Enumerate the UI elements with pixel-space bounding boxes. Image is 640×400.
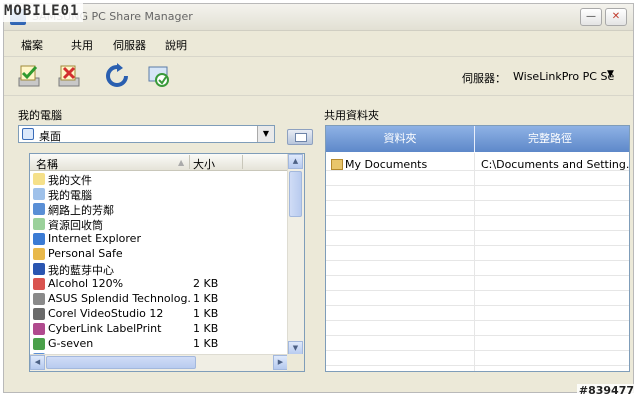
file-list: 名稱 ▲ 大小 我的文件我的電腦網路上的芳鄰 資源回收筒 Internet Expl… [29,153,305,372]
close-button[interactable]: ✕ [605,8,627,26]
file-list-item[interactable]: G-seven 1 KB [30,337,288,352]
file-name: 資源回收筒 [48,219,103,232]
file-name: 我的文件 [48,174,92,187]
path-value: 桌面 [39,130,61,143]
file-name: Corel VideoStudio 12 [48,307,164,320]
path-select[interactable]: 桌面 ▼ [18,125,275,143]
file-icon [33,233,45,245]
toolbar: 伺服器： WiseLinkPro PC Se ▼ [4,56,633,96]
add-share-button[interactable] [16,63,42,89]
file-name: 我的電腦 [48,189,92,202]
sort-up-icon: ▲ [178,158,185,167]
shared-row-path[interactable]: C:\Documents and Setting... [481,158,629,171]
shared-row-folder[interactable]: My Documents [345,158,471,171]
file-list-item[interactable]: Corel VideoStudio 12 1 KB [30,307,288,322]
file-icon [33,203,45,215]
scroll-up-button[interactable]: ▲ [288,154,303,169]
sync-icon [148,66,169,87]
column-header-folder[interactable]: 資料夾 [326,126,474,152]
file-list-item[interactable]: 我的藍芽中心 [30,262,288,277]
file-list-item[interactable]: CyberLink LabelPrint 1 KB [30,322,288,337]
sync-button[interactable] [146,63,172,89]
refresh-icon [106,63,128,87]
menu-bar: 檔案 共用 伺服器 說明 [4,32,633,54]
desktop-icon [22,128,34,140]
file-icon [33,308,45,320]
file-list-item[interactable]: Personal Safe [30,247,288,262]
file-icon [33,323,45,335]
folder-icon [331,159,343,170]
chevron-down-icon[interactable]: ▼ [257,126,274,142]
menu-help[interactable]: 說明 [165,37,187,53]
scroll-right-button[interactable]: ▶ [273,355,288,370]
file-size: 1 KB [193,322,219,335]
app-window: SAMSUNG PC Share Manager — ✕ 檔案 共用 伺服器 說… [3,3,634,393]
file-icon [33,278,45,290]
minimize-button[interactable]: — [580,8,602,26]
my-computer-label: 我的電腦 [18,109,62,122]
file-name: Personal Safe [48,247,123,260]
menu-share[interactable]: 共用 [71,37,93,53]
file-list-item[interactable]: 資源回收筒 [30,217,288,232]
menu-server[interactable]: 伺服器 [113,37,146,53]
file-icon [33,338,45,350]
file-size: 1 KB [193,337,219,350]
title-bar: SAMSUNG PC Share Manager — ✕ [4,4,633,31]
file-name: Alcohol 120% [48,277,124,290]
file-list-item[interactable]: 我的文件 [30,172,288,187]
file-list-item[interactable]: 我的電腦 [30,187,288,202]
remove-share-button[interactable] [56,63,82,89]
file-icon [33,173,45,185]
menu-file[interactable]: 檔案 [21,37,43,53]
file-name: Internet Explorer [48,232,141,245]
file-icon [33,218,45,230]
column-header-size[interactable]: 大小 [193,156,215,172]
column-header-full-path[interactable]: 完整路徑 [475,126,625,152]
remove-share-icon [58,65,80,87]
file-size: 1 KB [193,307,219,320]
hscroll-thumb[interactable] [46,356,196,369]
watermark: #839477 [576,384,636,397]
file-icon [33,248,45,260]
horizontal-scrollbar[interactable]: ◀ ▶ [30,354,288,371]
server-label: 伺服器： [462,72,506,85]
add-share-icon [18,65,40,87]
file-list-item[interactable]: 網路上的芳鄰 [30,202,288,217]
file-name: 網路上的芳鄰 [48,204,114,217]
scroll-left-button[interactable]: ◀ [30,355,45,370]
file-icon [33,263,45,275]
shared-folder-list: 資料夾 完整路徑 My Documents C:\Documents and S… [325,125,630,372]
shared-list-header: 資料夾 完整路徑 [326,126,629,152]
file-name: 我的藍芽中心 [48,264,114,277]
vertical-scrollbar[interactable]: ▲ ▼ [287,154,304,356]
file-name: CyberLink LabelPrint [48,322,162,335]
logo: MOBILE01 [0,0,84,22]
file-name: ASUS Splendid Technolog... [48,292,191,305]
chevron-down-icon[interactable]: ▼ [607,69,614,79]
scroll-thumb[interactable] [289,171,302,217]
file-icon [33,293,45,305]
shared-folders-label: 共用資料夾 [324,109,379,122]
file-list-item[interactable]: Internet Explorer [30,232,288,247]
file-name: G-seven [48,337,94,350]
column-header-name[interactable]: 名稱 [36,156,58,172]
file-list-header: 名稱 ▲ 大小 [30,154,288,171]
file-list-item[interactable]: Alcohol 120% 2 KB [30,277,288,292]
file-size: 2 KB [193,277,219,290]
file-list-item[interactable]: ASUS Splendid Technolog... 1 KB [30,292,288,307]
file-icon [33,188,45,200]
up-folder-button[interactable] [287,129,313,145]
server-select[interactable]: WiseLinkPro PC Se [513,70,614,83]
file-size: 1 KB [193,292,219,305]
refresh-button[interactable] [104,63,130,89]
